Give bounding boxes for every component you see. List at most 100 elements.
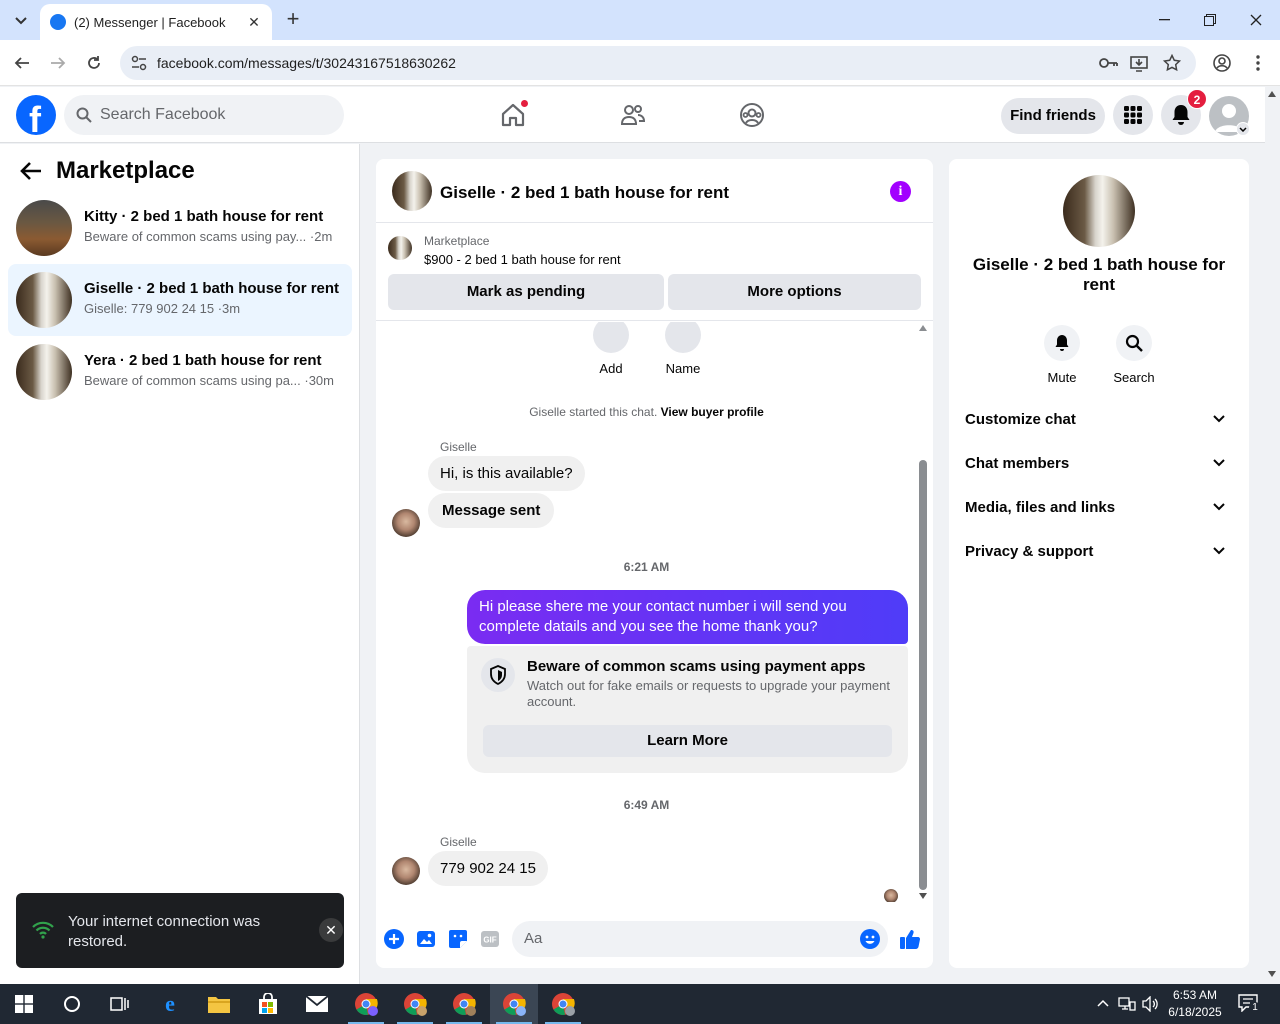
friends-nav[interactable] — [617, 99, 649, 131]
chevron-down-icon — [15, 17, 27, 25]
search-facebook-input[interactable]: Search Facebook — [64, 95, 344, 135]
address-bar[interactable]: facebook.com/messages/t/3024316751863026… — [120, 46, 1196, 80]
find-friends-button[interactable]: Find friends — [1001, 98, 1105, 134]
bookmark-star-icon[interactable] — [1163, 54, 1181, 72]
browser-menu-button[interactable] — [1245, 50, 1271, 76]
chrome-taskbar-icon[interactable] — [539, 984, 587, 1024]
arrow-right-icon — [51, 57, 66, 69]
chat-title[interactable]: Giselle · 2 bed 1 bath house for rent — [440, 183, 729, 203]
task-view-button[interactable] — [96, 984, 144, 1024]
incoming-message[interactable]: 779 902 24 15 — [428, 851, 548, 886]
customize-chat-section[interactable]: Customize chat — [965, 411, 1233, 431]
scroll-up-icon[interactable] — [919, 325, 927, 331]
volume-icon[interactable] — [1142, 996, 1160, 1012]
sender-avatar[interactable] — [392, 857, 420, 885]
search-taskbar-button[interactable] — [48, 984, 96, 1024]
chevron-up-icon[interactable] — [1097, 999, 1109, 1007]
chrome-taskbar-icon[interactable] — [391, 984, 439, 1024]
conversation-item-active[interactable]: Giselle · 2 bed 1 bath house for rent Gi… — [8, 264, 352, 336]
store-taskbar-icon[interactable] — [244, 984, 292, 1024]
groups-nav[interactable] — [736, 99, 768, 131]
bell-icon — [1172, 105, 1190, 125]
mail-taskbar-icon[interactable] — [293, 984, 341, 1024]
site-settings-icon[interactable] — [130, 54, 148, 72]
minimize-button[interactable] — [1141, 0, 1187, 40]
chrome-taskbar-icon-active[interactable] — [490, 984, 538, 1024]
toast-message: Your internet connection was restored. — [68, 913, 261, 950]
system-clock[interactable]: 6:53 AM 6/18/2025 — [1160, 987, 1230, 1021]
chrome-taskbar-icon[interactable] — [440, 984, 488, 1024]
chrome-taskbar-icon[interactable] — [342, 984, 390, 1024]
scroll-down-icon[interactable] — [919, 893, 927, 899]
chat-members-section[interactable]: Chat members — [965, 455, 1233, 475]
reload-button[interactable] — [81, 50, 107, 76]
name-label: Name — [665, 361, 701, 376]
network-icon[interactable] — [1118, 996, 1136, 1012]
section-label: Privacy & support — [965, 543, 1094, 560]
details-avatar[interactable] — [1063, 175, 1135, 247]
mute-button[interactable]: Mute — [1027, 325, 1097, 385]
profile-icon — [1213, 54, 1231, 72]
incoming-message[interactable]: Message sent — [428, 493, 555, 528]
account-dropdown[interactable] — [1236, 122, 1250, 136]
view-buyer-profile-link[interactable]: View buyer profile — [661, 405, 764, 419]
kebab-menu-icon — [1256, 55, 1260, 71]
details-name: Giselle · 2 bed 1 bath house for rent — [972, 255, 1226, 294]
close-window-button[interactable] — [1233, 0, 1279, 40]
scam-warning-card: Beware of common scams using payment app… — [467, 646, 908, 773]
info-icon[interactable]: i — [890, 181, 911, 202]
home-nav[interactable] — [497, 99, 529, 131]
back-button[interactable] — [9, 50, 35, 76]
conversation-item[interactable]: Kitty · 2 bed 1 bath house for rent Bewa… — [8, 192, 352, 264]
media-files-links-section[interactable]: Media, files and links — [965, 499, 1233, 519]
listing-price[interactable]: $900 - 2 bed 1 bath house for rent — [424, 252, 621, 267]
forward-button[interactable] — [45, 50, 71, 76]
file-explorer-taskbar-icon[interactable] — [195, 984, 243, 1024]
like-thumb-icon[interactable] — [898, 927, 922, 951]
scroll-down-icon[interactable] — [1268, 971, 1276, 977]
start-button[interactable] — [0, 984, 48, 1024]
arrow-left-icon — [20, 162, 41, 180]
sender-avatar[interactable] — [392, 509, 420, 537]
back-button[interactable] — [20, 161, 42, 181]
page-scrollbar[interactable] — [1265, 87, 1280, 984]
tab-list-button[interactable] — [8, 8, 34, 34]
incoming-message[interactable]: Hi, is this available? — [428, 456, 585, 491]
install-app-icon[interactable] — [1130, 54, 1148, 72]
conversation-item[interactable]: Yera · 2 bed 1 bath house for rent Bewar… — [8, 336, 352, 408]
windows-logo-icon — [15, 995, 33, 1013]
gif-icon[interactable]: GIF — [478, 927, 502, 951]
action-center-button[interactable]: 1 — [1238, 994, 1261, 1014]
outgoing-message[interactable]: Hi please shere me your contact number i… — [467, 590, 908, 644]
facebook-logo[interactable]: f — [16, 95, 56, 135]
add-action[interactable]: Add — [581, 322, 641, 376]
home-notification-dot — [520, 99, 529, 108]
chat-avatar[interactable] — [392, 171, 432, 211]
emoji-icon[interactable] — [860, 929, 880, 949]
more-options-button[interactable]: More options — [668, 274, 921, 310]
profile-button[interactable] — [1209, 50, 1235, 76]
name-action[interactable]: Name — [653, 322, 713, 376]
toast-close-button[interactable]: ✕ — [319, 918, 343, 942]
chevron-down-icon — [1213, 459, 1225, 467]
plus-circle-icon[interactable] — [382, 927, 406, 951]
scroll-up-icon[interactable] — [1268, 91, 1276, 97]
edge-taskbar-icon[interactable]: e — [146, 984, 194, 1024]
message-input[interactable]: Aa — [512, 921, 888, 957]
privacy-support-section[interactable]: Privacy & support — [965, 543, 1233, 563]
restore-button[interactable] — [1187, 0, 1233, 40]
svg-text:e: e — [165, 993, 175, 1015]
sticker-icon[interactable] — [446, 927, 470, 951]
gallery-icon[interactable] — [414, 927, 438, 951]
menu-button[interactable] — [1113, 95, 1153, 135]
sidebar-title: Marketplace — [56, 157, 195, 184]
scrollbar-thumb[interactable] — [919, 460, 927, 890]
tab-close-icon[interactable]: ✕ — [246, 14, 262, 31]
new-tab-button[interactable]: + — [282, 8, 304, 32]
mark-as-pending-button[interactable]: Mark as pending — [388, 274, 664, 310]
browser-tab[interactable]: (2) Messenger | Facebook ✕ — [40, 4, 272, 40]
search-in-chat-button[interactable]: Search — [1099, 325, 1169, 385]
key-icon[interactable] — [1098, 54, 1118, 72]
chat-panel: Giselle · 2 bed 1 bath house for rent i … — [376, 159, 933, 968]
learn-more-button[interactable]: Learn More — [483, 725, 892, 757]
